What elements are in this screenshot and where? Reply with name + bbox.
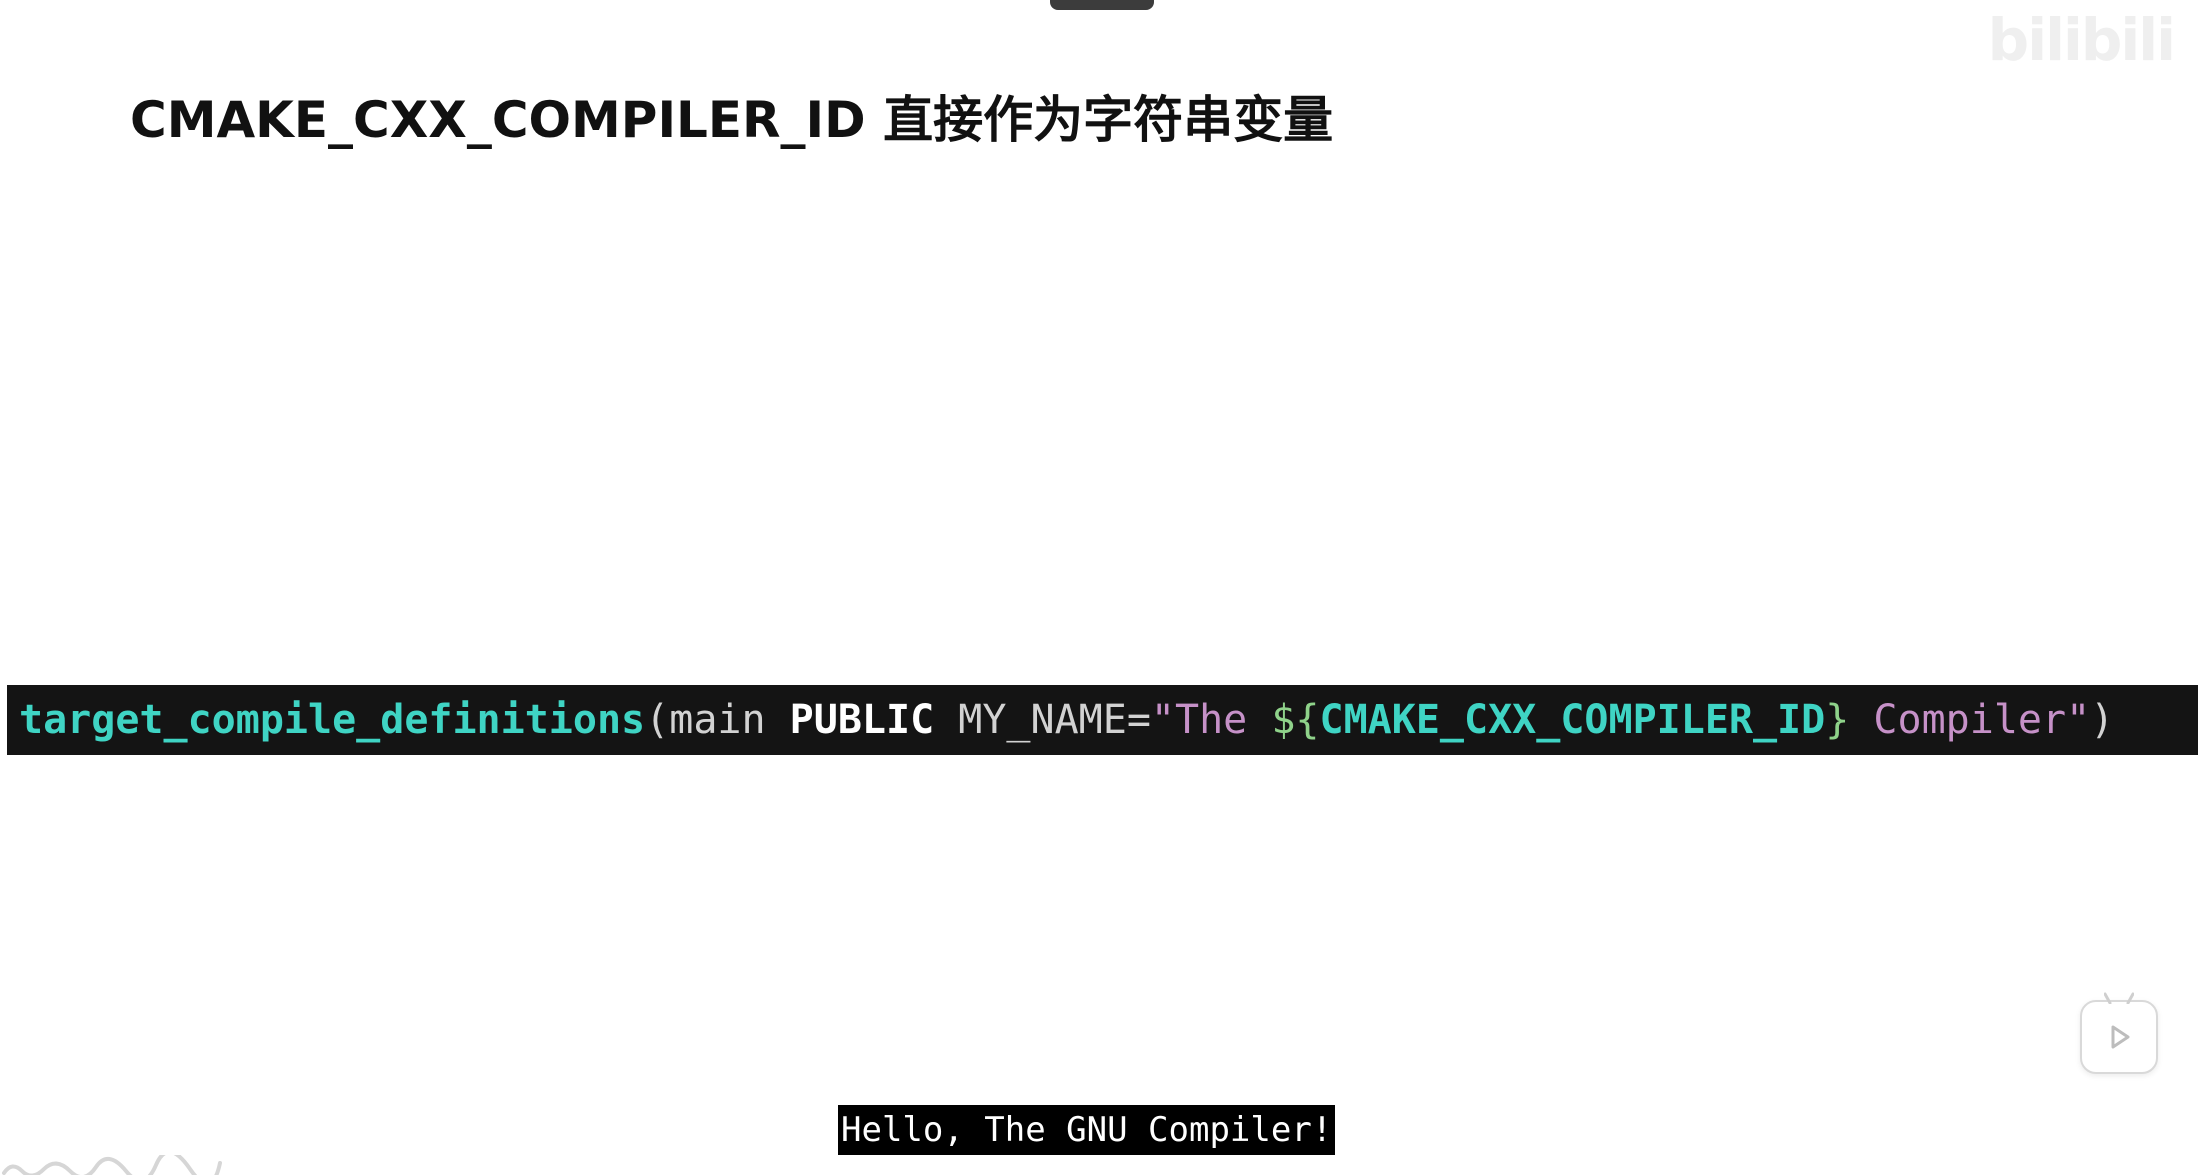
- play-icon: [2111, 1025, 2130, 1049]
- code-visibility-keyword: PUBLIC: [789, 697, 935, 743]
- code-interp-close: }: [1825, 697, 1850, 743]
- corner-decoration: [2, 1155, 222, 1175]
- top-handle: [1050, 0, 1154, 10]
- code-open-paren: (: [645, 697, 670, 743]
- code-string-end: Compiler": [1849, 697, 2091, 743]
- code-target-arg: main: [669, 697, 790, 743]
- code-define-name: MY_NAME=: [934, 697, 1151, 743]
- code-block: target_compile_definitions(main PUBLIC M…: [7, 685, 2198, 755]
- bilibili-watermark: bilibili: [1987, 6, 2176, 74]
- code-variable: CMAKE_CXX_COMPILER_ID: [1319, 697, 1826, 743]
- code-line: target_compile_definitions(main PUBLIC M…: [19, 694, 2114, 746]
- slide-title: CMAKE_CXX_COMPILER_ID 直接作为字符串变量: [130, 91, 1334, 149]
- bilibili-play-button[interactable]: [2080, 992, 2158, 1074]
- program-output: Hello, The GNU Compiler!: [838, 1105, 1336, 1155]
- code-function-name: target_compile_definitions: [19, 697, 646, 743]
- code-interp-open: ${: [1271, 697, 1320, 743]
- code-close-paren: ): [2090, 697, 2115, 743]
- code-string-start: "The: [1150, 697, 1272, 743]
- tv-antenna-icon: [2104, 992, 2134, 1004]
